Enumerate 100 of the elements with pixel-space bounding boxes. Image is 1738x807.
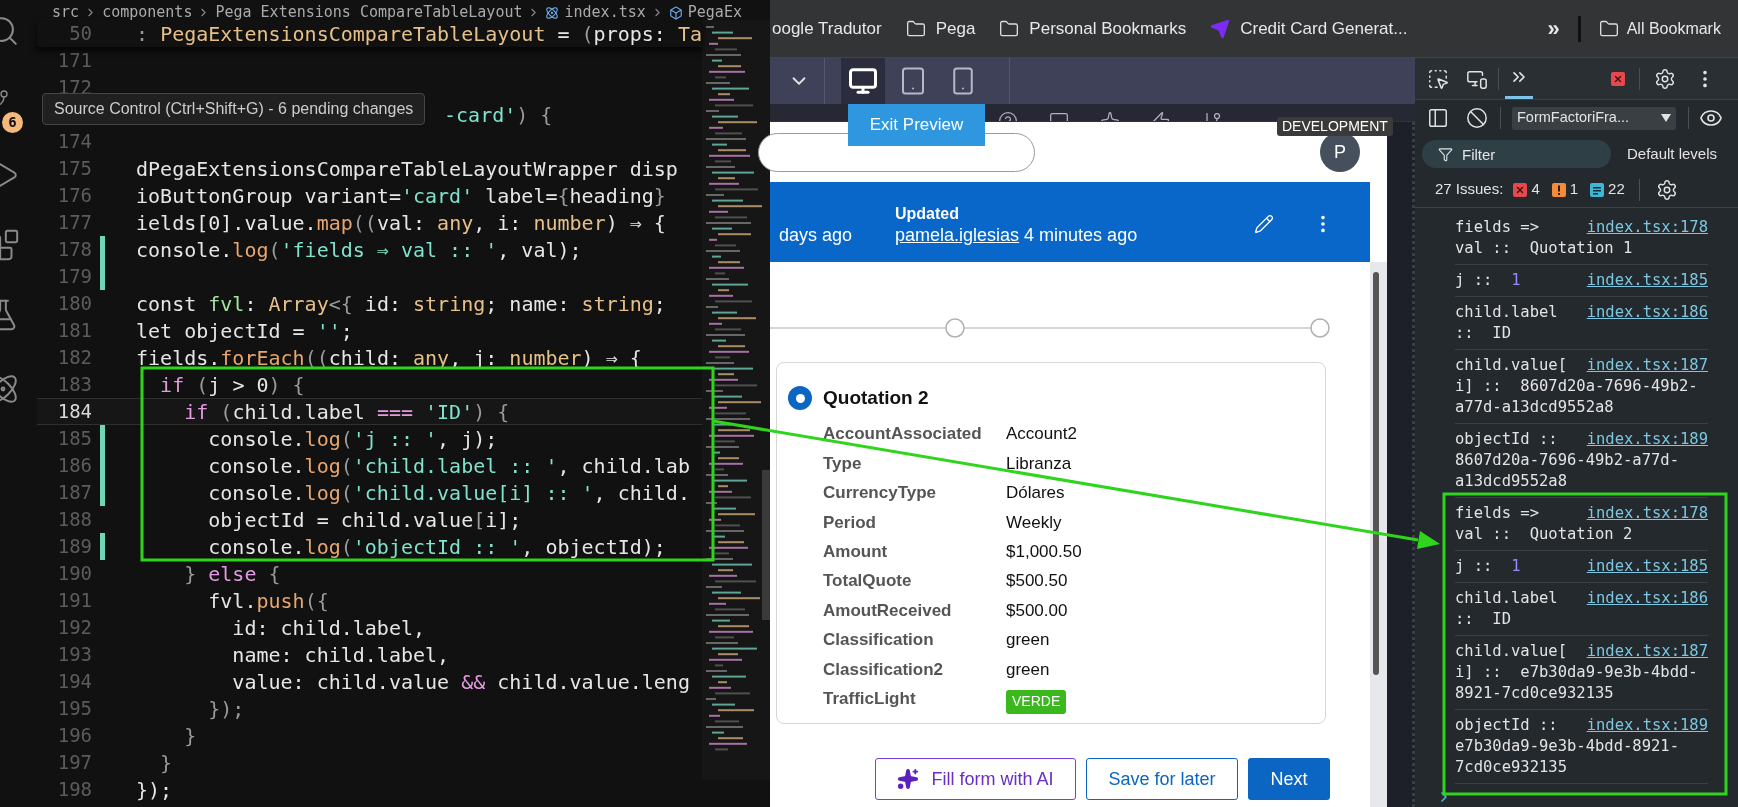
warning-icon	[1551, 182, 1566, 197]
code-line: if (child.label === 'ID') {	[183, 401, 510, 422]
atom-icon	[545, 6, 560, 20]
message-icon	[1590, 182, 1605, 197]
quote-card[interactable]	[776, 362, 1326, 724]
field-label: Type	[823, 452, 863, 475]
field-label: Classification	[823, 629, 935, 652]
scrollbar[interactable]	[1370, 262, 1387, 807]
folder-icon	[999, 18, 1020, 39]
code-line: let objectId = '';	[136, 320, 353, 341]
bookmarks-overflow[interactable]: »	[1547, 12, 1560, 45]
log-text: child.label	[1455, 588, 1558, 609]
updated-time: 4 minutes ago	[1024, 224, 1138, 246]
save-button[interactable]: Save for later	[1086, 758, 1238, 800]
line-number: 182	[56, 348, 93, 367]
ai-fill-button[interactable]: Fill form with AI	[875, 758, 1076, 800]
field-value: Libranza	[1006, 452, 1072, 475]
line-number: 185	[56, 429, 93, 448]
line-number: 176	[56, 186, 93, 205]
context-dropdown[interactable]: FormFactoriFra...	[1512, 106, 1676, 130]
line-number: 195	[56, 699, 93, 718]
field-label: CurrencyType	[823, 482, 938, 505]
line-number: 196	[56, 726, 93, 745]
bookmark-link[interactable]: Pega	[935, 15, 976, 42]
field-value: Weekly	[1006, 511, 1062, 534]
filter-icon	[1438, 147, 1453, 162]
edit-icon[interactable]	[1254, 214, 1274, 234]
bookmark-link[interactable]: All Bookmark	[1626, 16, 1721, 41]
line-number: 189	[56, 537, 93, 556]
breadcrumb-item[interactable]: index.tsx	[564, 5, 646, 20]
line-number: 50	[68, 24, 93, 43]
sparkle-icon	[897, 768, 920, 790]
log-text: val :: Quotation 2	[1455, 524, 1634, 545]
code-line: });	[207, 698, 245, 719]
caret-icon	[1661, 114, 1671, 122]
source-link[interactable]: index.tsx:187	[1586, 355, 1708, 376]
log-text: :: ID	[1455, 323, 1512, 344]
breadcrumb-item[interactable]: Pega_Extensions_CompareTableLayout	[215, 5, 523, 20]
field-value: green	[1006, 629, 1050, 652]
clear-icon[interactable]	[1466, 107, 1488, 129]
next-button[interactable]: Next	[1248, 758, 1330, 800]
error-icon[interactable]	[1611, 71, 1625, 86]
code-line: }	[159, 752, 173, 773]
line-number: 175	[56, 159, 93, 178]
code-line: });	[136, 779, 173, 800]
source-link[interactable]: index.tsx:186	[1586, 302, 1708, 323]
code-line: id: child.label,	[231, 617, 425, 638]
settings-icon[interactable]	[1655, 178, 1678, 201]
field-label: Classification2	[823, 658, 944, 681]
line-number: 181	[56, 321, 93, 340]
log-text: i] :: e7b30da9-9e3b-4bdd-	[1455, 662, 1699, 683]
line-number: 192	[56, 618, 93, 637]
folder-icon	[905, 18, 926, 39]
code-line: fvl.push({	[207, 590, 329, 611]
source-link[interactable]: index.tsx:178	[1586, 217, 1708, 238]
line-number: 174	[56, 132, 93, 151]
sidebar-icon[interactable]	[1427, 107, 1449, 129]
folder-icon	[1598, 18, 1619, 39]
log-text: objectId ::	[1455, 715, 1558, 736]
source-link[interactable]: index.tsx:187	[1586, 641, 1708, 662]
code-line: ields[0].value.map((val: any, i: number) ⇒ {	[136, 212, 666, 233]
card-title: Quotation 2	[823, 386, 929, 410]
info-count: 22	[1608, 179, 1625, 200]
source-link[interactable]: index.tsx:185	[1586, 556, 1708, 577]
error-icon	[1513, 182, 1528, 197]
field-label: AccountAssociated	[823, 423, 983, 446]
user-link[interactable]: pamela.iglesias	[895, 224, 1020, 246]
line-number: 198	[56, 780, 93, 799]
settings-icon[interactable]	[1654, 67, 1676, 90]
source-link[interactable]: index.tsx:178	[1586, 503, 1708, 524]
status-badge: VERDE	[1006, 689, 1067, 714]
code-line: value: child.value && child.value.leng	[231, 671, 690, 692]
log-text: fields =>	[1455, 503, 1539, 524]
field-value: Account2	[1006, 423, 1077, 446]
desktop-view-button[interactable]	[841, 58, 885, 104]
bookmark-link[interactable]: Personal Bookmarks	[1029, 15, 1187, 42]
code-line: ioButtonGroup variant='card' label={heading}	[136, 185, 666, 206]
breadcrumb-item[interactable]: PegaEx	[687, 5, 742, 20]
source-link[interactable]: index.tsx:189	[1586, 715, 1708, 736]
code-line: const fvl: Array<{ id: string; name: string;	[136, 293, 666, 314]
bookmark-link[interactable]: oogle Tradutor	[772, 15, 882, 42]
line-number: 191	[56, 591, 93, 610]
code-line: objectId = child.value[i];	[207, 509, 522, 530]
inspect-icon[interactable]	[1427, 67, 1449, 90]
bookmark-link[interactable]: Credit Card Generat...	[1240, 15, 1408, 42]
radio-button[interactable]	[788, 386, 812, 411]
source-link[interactable]: index.tsx:186	[1586, 588, 1708, 609]
breadcrumb-item[interactable]: src	[52, 5, 80, 20]
field-value: $1,000.50	[1006, 541, 1082, 563]
line-number: 179	[56, 267, 93, 286]
filter-field[interactable]: Filter	[1422, 140, 1611, 168]
error-count: 4	[1531, 179, 1540, 200]
log-levels-dropdown[interactable]: Default levels	[1627, 142, 1718, 166]
line-number: 180	[56, 294, 93, 313]
log-text: i] :: 8607d20a-7696-49b2-	[1455, 376, 1699, 397]
breadcrumb-item[interactable]: components	[102, 5, 193, 20]
source-link[interactable]: index.tsx:185	[1586, 270, 1708, 291]
source-link[interactable]: index.tsx:189	[1586, 429, 1708, 450]
log-text: e7b30da9-9e3b-4bdd-8921-	[1455, 736, 1680, 757]
code-line: console.log('child.label :: ', child.lab	[207, 455, 690, 476]
